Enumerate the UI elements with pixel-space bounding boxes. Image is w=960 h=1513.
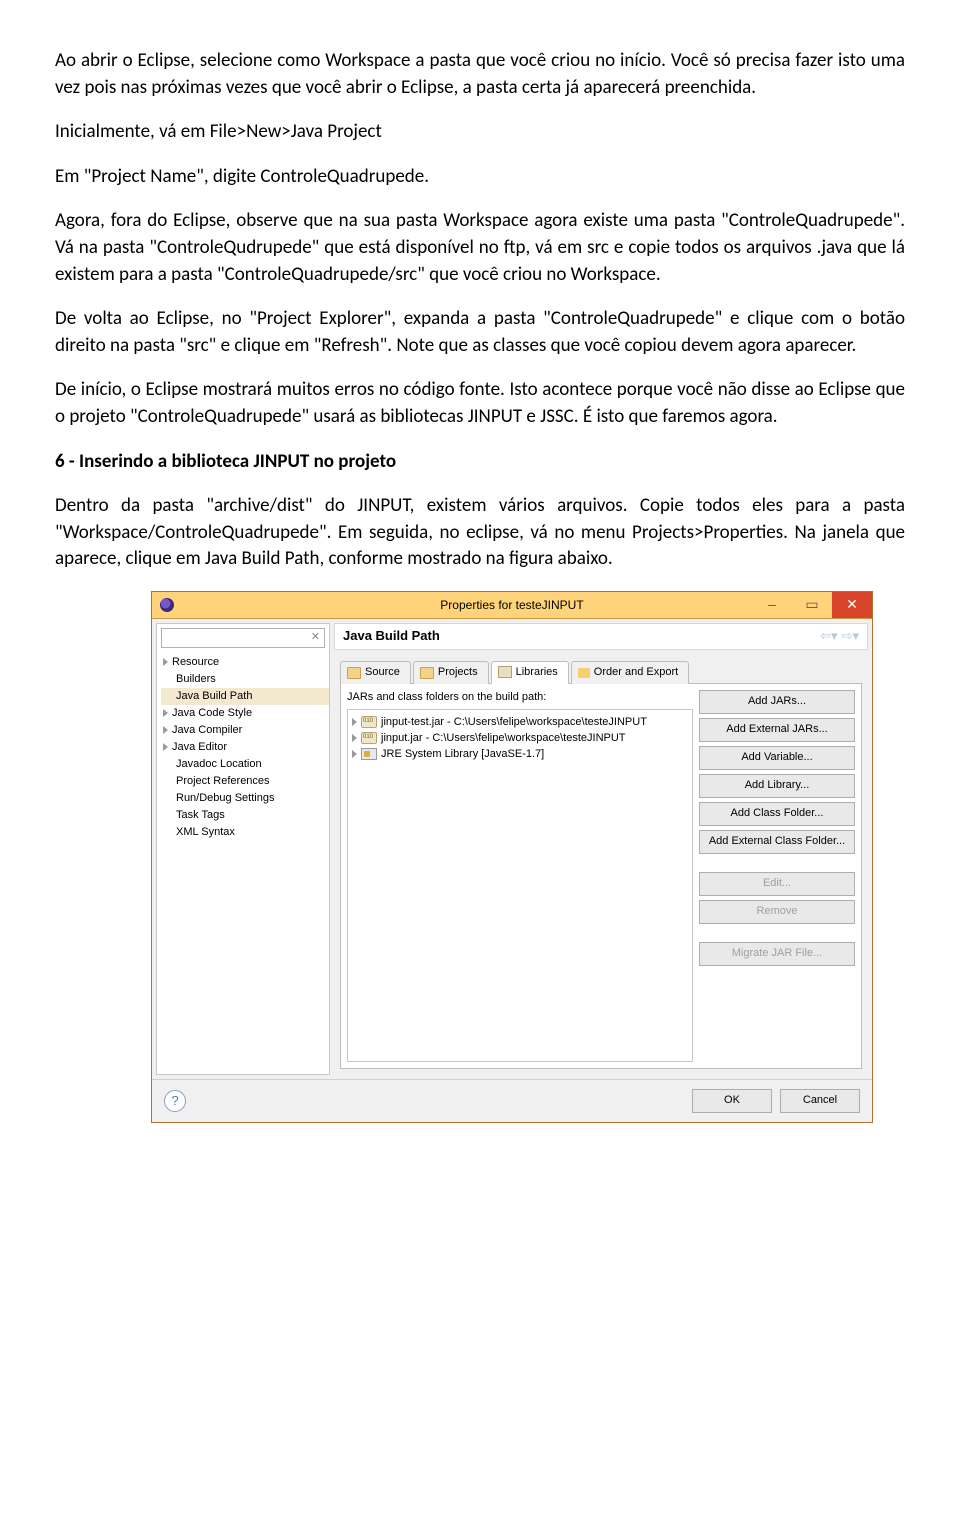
tree-item-label: Java Compiler [172,723,242,738]
tab-source[interactable]: Source [340,661,411,684]
tree-item-project-references[interactable]: Project References [161,773,329,790]
doc-paragraph: Inicialmente, vá em File>New>Java Projec… [55,119,905,146]
doc-paragraph: De início, o Eclipse mostrará muitos err… [55,377,905,430]
tree-item-label: Javadoc Location [176,757,262,772]
list-item-label: JRE System Library [JavaSE-1.7] [381,747,544,762]
tree-item-label: Java Code Style [172,706,252,721]
tab-order-export[interactable]: Order and Export [571,661,689,684]
add-external-jars-button[interactable]: Add External JARs... [699,718,855,742]
tree-item-label: Java Build Path [176,689,252,704]
page-header-band: Java Build Path ⇦▾ ⇨▾ [334,623,868,650]
tree-item-label: Run/Debug Settings [176,791,274,806]
tree-item-resource[interactable]: Resource [161,654,329,671]
dialog-titlebar[interactable]: Properties for testeJINPUT – ▭ ✕ [152,592,872,619]
folder-icon [347,667,361,679]
filter-input-wrap: ✕ [161,628,325,648]
edit-button[interactable]: Edit... [699,872,855,896]
remove-button[interactable]: Remove [699,900,855,924]
doc-heading-6: 6 - Inserindo a biblioteca JINPUT no pro… [55,449,905,476]
tree-item-java-compiler[interactable]: Java Compiler [161,722,329,739]
tree-item-java-build-path[interactable]: Java Build Path [161,688,329,705]
minimize-button[interactable]: – [752,592,792,618]
add-jars-button[interactable]: Add JARs... [699,690,855,714]
tree-item-label: Task Tags [176,808,225,823]
nav-back-icon[interactable]: ⇦▾ [820,627,837,645]
tree-item-run-debug-settings[interactable]: Run/Debug Settings [161,790,329,807]
tab-libraries[interactable]: Libraries [491,661,569,684]
list-item-label: jinput-test.jar - C:\Users\felipe\worksp… [381,715,647,730]
tab-label: Projects [438,665,478,680]
tree-item-label: Builders [176,672,216,687]
tab-label: Source [365,665,400,680]
order-icon [578,668,590,678]
cancel-button[interactable]: Cancel [780,1089,860,1113]
buildpath-list-label: JARs and class folders on the build path… [347,690,693,705]
add-library-button[interactable]: Add Library... [699,774,855,798]
tree-item-builders[interactable]: Builders [161,671,329,688]
jar-icon [361,716,377,728]
tree-item-label: Java Editor [172,740,227,755]
tree-item-label: XML Syntax [176,825,235,840]
jar-icon [361,732,377,744]
tree-item-java-editor[interactable]: Java Editor [161,739,329,756]
tree-item-label: Project References [176,774,270,789]
list-item[interactable]: jinput.jar - C:\Users\felipe\workspace\t… [352,730,688,746]
help-icon[interactable]: ? [164,1090,186,1112]
page-header-title: Java Build Path [343,627,440,645]
preferences-tree-panel: ✕ Resource Builders Java Build Path Java… [156,623,330,1075]
maximize-button[interactable]: ▭ [792,592,832,618]
library-icon [361,748,377,760]
close-button[interactable]: ✕ [832,592,872,618]
tab-label: Libraries [516,665,558,680]
ok-button[interactable]: OK [692,1089,772,1113]
doc-paragraph: Ao abrir o Eclipse, selecione como Works… [55,48,905,101]
tree-item-java-code-style[interactable]: Java Code Style [161,705,329,722]
buildpath-button-column: Add JARs... Add External JARs... Add Var… [699,690,855,1062]
jar-icon [498,666,512,678]
tree-item-label: Resource [172,655,219,670]
add-external-class-folder-button[interactable]: Add External Class Folder... [699,830,855,854]
migrate-jar-button[interactable]: Migrate JAR File... [699,942,855,966]
add-variable-button[interactable]: Add Variable... [699,746,855,770]
nav-forward-icon[interactable]: ⇨▾ [842,627,859,645]
eclipse-properties-dialog-image: Properties for testeJINPUT – ▭ ✕ ✕ Resou… [151,591,905,1123]
clear-filter-icon[interactable]: ✕ [311,630,320,645]
list-item[interactable]: JRE System Library [JavaSE-1.7] [352,746,688,762]
tree-item-javadoc-location[interactable]: Javadoc Location [161,756,329,773]
list-item[interactable]: jinput-test.jar - C:\Users\felipe\worksp… [352,714,688,730]
add-class-folder-button[interactable]: Add Class Folder... [699,802,855,826]
tab-projects[interactable]: Projects [413,661,489,684]
tab-label: Order and Export [594,665,678,680]
buildpath-list[interactable]: jinput-test.jar - C:\Users\felipe\worksp… [347,709,693,1062]
doc-paragraph: Em "Project Name", digite ControleQuadru… [55,164,905,191]
buildpath-tabs: Source Projects Libraries Order and Expo… [340,660,862,684]
doc-paragraph: Dentro da pasta "archive/dist" do JINPUT… [55,493,905,573]
list-item-label: jinput.jar - C:\Users\felipe\workspace\t… [381,731,626,746]
tree-item-task-tags[interactable]: Task Tags [161,807,329,824]
folder-icon [420,667,434,679]
filter-input[interactable] [162,631,306,645]
preferences-tree[interactable]: Resource Builders Java Build Path Java C… [157,652,329,841]
doc-paragraph: De volta ao Eclipse, no "Project Explore… [55,306,905,359]
doc-paragraph: Agora, fora do Eclipse, observe que na s… [55,208,905,288]
tree-item-xml-syntax[interactable]: XML Syntax [161,824,329,841]
